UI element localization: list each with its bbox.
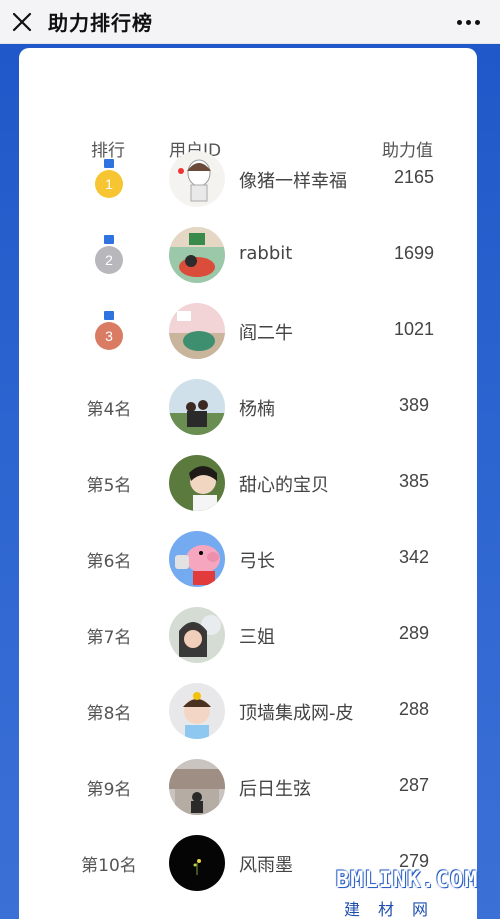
leaderboard-row[interactable]: 第6名 弓长 342	[19, 529, 477, 589]
rank-cell: 第7名	[69, 605, 149, 665]
user-name: 顶墙集成网-皮	[239, 703, 354, 724]
close-button[interactable]	[0, 0, 44, 44]
medal-ribbon	[104, 311, 114, 320]
rank-cell: 第9名	[69, 757, 149, 817]
rank-cell: 第6名	[69, 529, 149, 589]
rank-cell: 第5名	[69, 453, 149, 513]
rank-label: 第10名	[81, 855, 137, 876]
avatar[interactable]	[169, 531, 225, 587]
rank-label: 第8名	[86, 703, 132, 724]
leaderboard-card: 排行 用户ID 助力值 1像猪一样幸福21652rabbit16993阎二牛10…	[19, 48, 477, 919]
rank-label: 第9名	[86, 779, 132, 800]
more-dot-icon	[465, 19, 471, 25]
watermark: BMLINK.COM 建材网	[336, 862, 496, 919]
leaderboard-row[interactable]: 1 像猪一样幸福 2165	[19, 149, 477, 209]
avatar[interactable]	[169, 759, 225, 815]
gold-medal-icon: 1	[94, 159, 124, 199]
leaderboard-row[interactable]: 第4名 杨楠 389	[19, 377, 477, 437]
boost-value: 342	[398, 547, 430, 567]
boost-value: 389	[398, 395, 430, 415]
avatar[interactable]	[169, 607, 225, 663]
user-name: 风雨墨	[239, 855, 293, 876]
rank-label: 第6名	[86, 551, 132, 572]
user-name: 后日生弦	[239, 779, 311, 800]
leaderboard-row[interactable]: 2 rabbit 1699	[19, 225, 477, 285]
watermark-sub: 建材网	[344, 900, 447, 919]
leaderboard-row[interactable]: 第5名 甜心的宝贝 385	[19, 453, 477, 513]
boost-value: 287	[398, 775, 430, 795]
user-name: 阎二牛	[239, 323, 293, 344]
user-name: 三姐	[239, 627, 275, 648]
avatar[interactable]	[169, 151, 225, 207]
leaderboard-row[interactable]: 第9名 后日生弦 287	[19, 757, 477, 817]
avatar[interactable]	[169, 379, 225, 435]
medal-rank-number: 3	[95, 322, 123, 350]
rank-cell: 第4名	[69, 377, 149, 437]
rank-cell: 第10名	[69, 833, 149, 893]
user-name: 甜心的宝贝	[239, 475, 329, 496]
rank-cell: 3	[69, 301, 149, 361]
more-dot-icon	[456, 19, 462, 25]
medal-rank-number: 1	[95, 170, 123, 198]
user-name: 像猪一样幸福	[239, 171, 347, 192]
avatar[interactable]	[169, 227, 225, 283]
silver-medal-icon: 2	[94, 235, 124, 275]
medal-ribbon	[104, 159, 114, 168]
leaderboard-row[interactable]: 第7名 三姐 289	[19, 605, 477, 665]
avatar[interactable]	[169, 835, 225, 891]
avatar[interactable]	[169, 455, 225, 511]
boost-value: 288	[398, 699, 430, 719]
rank-label: 第7名	[86, 627, 132, 648]
boost-value: 2165	[393, 167, 435, 187]
leaderboard-row[interactable]: 第8名 顶墙集成网-皮 288	[19, 681, 477, 741]
rank-cell: 2	[69, 225, 149, 285]
rank-label: 第5名	[86, 475, 132, 496]
avatar[interactable]	[169, 303, 225, 359]
boost-value: 1699	[393, 243, 435, 263]
boost-value: 289	[398, 623, 430, 643]
rank-cell: 1	[69, 149, 149, 209]
bronze-medal-icon: 3	[94, 311, 124, 351]
rank-label: 第4名	[86, 399, 132, 420]
more-dot-icon	[474, 19, 480, 25]
page-title: 助力排行榜	[48, 11, 153, 35]
close-icon	[12, 12, 32, 31]
avatar[interactable]	[169, 683, 225, 739]
boost-value: 385	[398, 471, 430, 491]
user-name: 杨楠	[239, 399, 275, 420]
medal-rank-number: 2	[95, 246, 123, 274]
more-options-button[interactable]	[450, 8, 486, 36]
rank-cell: 第8名	[69, 681, 149, 741]
user-name: rabbit	[239, 243, 293, 264]
boost-value: 1021	[393, 319, 435, 339]
top-bar: 助力排行榜	[0, 0, 500, 44]
leaderboard-row[interactable]: 3 阎二牛 1021	[19, 301, 477, 361]
user-name: 弓长	[239, 551, 275, 572]
watermark-logo: BMLINK.COM	[336, 868, 479, 893]
medal-ribbon	[104, 235, 114, 244]
